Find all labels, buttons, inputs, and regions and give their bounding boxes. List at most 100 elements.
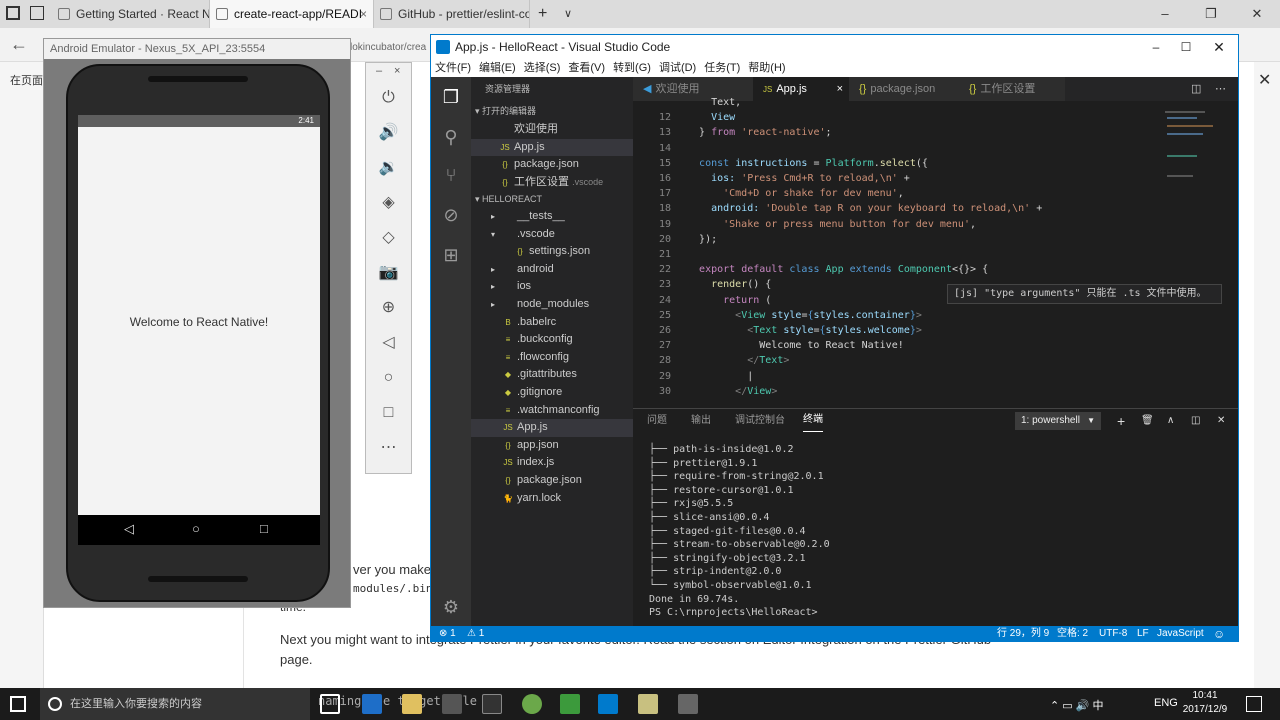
- minimize-icon[interactable]: –: [1142, 0, 1188, 28]
- android-studio-icon[interactable]: [522, 694, 542, 714]
- error-count[interactable]: ⊗ 1: [439, 626, 456, 642]
- overview-icon[interactable]: □: [366, 398, 411, 428]
- back-icon[interactable]: ◁: [366, 328, 411, 358]
- tree-item[interactable]: {} app.json: [471, 437, 633, 455]
- nav-recents-icon[interactable]: □: [260, 521, 268, 536]
- source-control-icon[interactable]: ⑂: [439, 163, 463, 187]
- tree-item[interactable]: ▸ ios: [471, 278, 633, 296]
- panel-tab-terminal[interactable]: 终端: [803, 409, 823, 432]
- zoom-icon[interactable]: ⊕: [366, 293, 411, 323]
- terminal-output[interactable]: ├── path-is-inside@1.0.2 ├── prettier@1.9…: [649, 443, 1229, 623]
- open-editors-header[interactable]: ▾ 打开的编辑器: [471, 103, 633, 121]
- more-actions-icon[interactable]: ⋯: [1215, 77, 1226, 101]
- project-header[interactable]: ▾ HELLOREACT: [471, 191, 633, 209]
- notepad-icon[interactable]: [638, 694, 658, 714]
- tree-item[interactable]: ◆ .gitignore: [471, 384, 633, 402]
- home-icon[interactable]: ○: [366, 363, 411, 393]
- browser-tab-3[interactable]: GitHub - prettier/eslint-con: [374, 0, 530, 28]
- tree-item[interactable]: ▸ node_modules: [471, 296, 633, 314]
- feedback-smile-icon[interactable]: ☺: [1213, 626, 1225, 642]
- close-window-icon[interactable]: ✕: [1234, 0, 1280, 28]
- line-ending[interactable]: LF: [1137, 626, 1149, 642]
- menu-help[interactable]: 帮助(H): [748, 62, 785, 74]
- volume-up-icon[interactable]: 🔊: [366, 118, 411, 148]
- minimap[interactable]: [1163, 105, 1223, 215]
- file-explorer-icon[interactable]: [402, 694, 422, 714]
- more-icon[interactable]: ⋯: [366, 433, 411, 463]
- close-panel-icon[interactable]: ✕: [1258, 70, 1271, 90]
- panel-tab-problems[interactable]: 问题: [647, 409, 667, 433]
- language-mode[interactable]: JavaScript: [1157, 626, 1204, 642]
- phone-screen[interactable]: 2:41 Welcome to React Native! ◁ ○ □: [78, 115, 320, 545]
- maximize-icon[interactable]: ❐: [1188, 0, 1234, 28]
- panel-tab-debug-console[interactable]: 调试控制台: [735, 409, 785, 433]
- edge-icon[interactable]: [362, 694, 382, 714]
- tree-item[interactable]: {} package.json: [471, 472, 633, 490]
- power-icon[interactable]: ⏻: [366, 83, 411, 113]
- tab-back-icon[interactable]: [30, 6, 44, 20]
- menu-go[interactable]: 转到(G): [613, 62, 651, 74]
- tree-item[interactable]: 🐈 yarn.lock: [471, 490, 633, 508]
- menu-selection[interactable]: 选择(S): [524, 62, 561, 74]
- open-editor-item[interactable]: 欢迎使用: [471, 121, 633, 139]
- search-icon[interactable]: ⚲: [439, 125, 463, 149]
- minimize-icon[interactable]: –: [1141, 35, 1171, 59]
- taskbar-search[interactable]: 在这里输入你要搜索的内容: [40, 688, 310, 720]
- tab-list-chevron-icon[interactable]: ∨: [564, 0, 572, 28]
- maximize-icon[interactable]: ☐: [1171, 35, 1201, 59]
- close-tab-icon[interactable]: ×: [360, 0, 367, 28]
- notifications-icon[interactable]: [1246, 696, 1262, 712]
- taskbar-clock[interactable]: 10:41 2017/12/9: [1175, 689, 1235, 719]
- panel-tab-output[interactable]: 输出: [691, 409, 711, 433]
- back-arrow-icon[interactable]: ←: [10, 34, 28, 55]
- toolbar-minimize-icon[interactable]: –: [376, 65, 382, 77]
- browser-tab-1[interactable]: Getting Started · React Nati: [52, 0, 210, 28]
- tree-item[interactable]: ≡ .watchmanconfig: [471, 402, 633, 420]
- tree-item[interactable]: ▸ __tests__: [471, 208, 633, 226]
- code-editor[interactable]: Text, 12 View 13 } from 'react-native'; 14 1…: [633, 97, 1238, 408]
- volume-down-icon[interactable]: 🔉: [366, 153, 411, 183]
- camera-icon[interactable]: 📷: [366, 258, 411, 288]
- warning-count[interactable]: ⚠ 1: [467, 626, 484, 642]
- encoding[interactable]: UTF-8: [1099, 626, 1127, 642]
- open-editor-item[interactable]: {} 工作区设置 .vscode: [471, 174, 633, 192]
- tree-item[interactable]: {} settings.json: [471, 243, 633, 261]
- debug-icon[interactable]: ⊘: [439, 203, 463, 227]
- nav-back-icon[interactable]: ◁: [124, 521, 134, 537]
- trash-icon[interactable]: 🗑: [1141, 409, 1154, 433]
- terminal-app-icon[interactable]: [482, 694, 502, 714]
- tree-item[interactable]: ≡ .flowconfig: [471, 349, 633, 367]
- menu-file[interactable]: 文件(F): [435, 62, 471, 74]
- terminal-select[interactable]: 1: powershell ▼: [1015, 412, 1101, 430]
- menu-edit[interactable]: 编辑(E): [479, 62, 516, 74]
- extensions-icon[interactable]: ⊞: [439, 243, 463, 267]
- split-editor-icon[interactable]: ◫: [1191, 77, 1201, 101]
- new-terminal-icon[interactable]: +: [1117, 409, 1125, 433]
- indentation[interactable]: 空格: 2: [1057, 626, 1088, 642]
- menu-tasks[interactable]: 任务(T): [704, 62, 740, 74]
- settings-gear-icon[interactable]: ⚙: [439, 595, 463, 619]
- tree-item[interactable]: JS App.js: [471, 419, 633, 437]
- start-icon[interactable]: [10, 696, 26, 712]
- window-menu-icon[interactable]: [6, 6, 20, 20]
- tree-item[interactable]: ▸ android: [471, 261, 633, 279]
- menu-debug[interactable]: 调试(D): [659, 62, 696, 74]
- tree-item[interactable]: ≡ .buckconfig: [471, 331, 633, 349]
- explorer-icon[interactable]: ❐: [439, 85, 463, 109]
- maximize-panel-icon[interactable]: ∧: [1167, 409, 1174, 433]
- app-icon[interactable]: [678, 694, 698, 714]
- panel-layout-icon[interactable]: ◫: [1191, 409, 1200, 433]
- task-view-icon[interactable]: [320, 694, 340, 714]
- close-icon[interactable]: ✕: [1204, 35, 1234, 59]
- cursor-position[interactable]: 行 29，列 9: [997, 626, 1049, 642]
- store-icon[interactable]: [442, 694, 462, 714]
- new-tab-button[interactable]: +: [538, 0, 547, 28]
- tree-item[interactable]: JS index.js: [471, 454, 633, 472]
- tree-item[interactable]: B .babelrc: [471, 314, 633, 332]
- nav-home-icon[interactable]: ○: [192, 521, 200, 536]
- toolbar-close-icon[interactable]: ×: [394, 65, 400, 77]
- tree-item[interactable]: ▾ .vscode: [471, 226, 633, 244]
- menu-view[interactable]: 查看(V): [568, 62, 605, 74]
- browser-tab-2[interactable]: create-react-app/READI ×: [210, 0, 374, 28]
- open-editor-item[interactable]: {} package.json: [471, 156, 633, 174]
